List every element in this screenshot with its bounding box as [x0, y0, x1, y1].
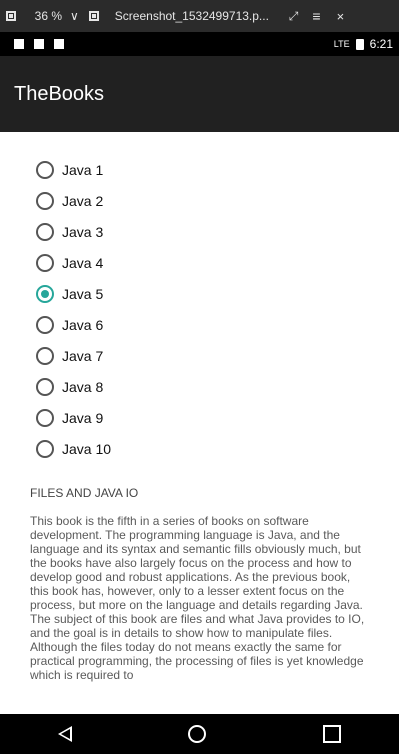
home-icon[interactable]	[188, 725, 207, 743]
signal-icon: LTE	[333, 39, 350, 49]
radio-option-java-9[interactable]: Java 9	[36, 402, 111, 433]
radio-button[interactable]	[36, 160, 54, 179]
book-description: This book is the fifth in a series of bo…	[30, 514, 365, 682]
radio-label: Java 7	[62, 347, 104, 364]
close-icon[interactable]: ×	[337, 9, 345, 24]
radio-button[interactable]	[36, 191, 54, 210]
app-title: TheBooks	[14, 82, 105, 105]
nfc-icon	[34, 39, 44, 49]
android-nav-bar	[0, 714, 399, 754]
radio-option-java-3[interactable]: Java 3	[36, 216, 111, 247]
radio-label: Java 8	[62, 378, 104, 395]
battery-icon	[355, 38, 364, 50]
radio-option-java-8[interactable]: Java 8	[36, 371, 111, 402]
android-status-bar: LTE 6:21	[0, 32, 399, 56]
radio-button[interactable]	[36, 346, 54, 365]
radio-button[interactable]	[36, 253, 54, 272]
menu-icon[interactable]: ≡	[312, 8, 320, 24]
radio-button[interactable]	[36, 315, 54, 334]
radio-option-java-6[interactable]: Java 6	[36, 309, 111, 340]
radio-label: Java 9	[62, 409, 104, 426]
radio-button[interactable]	[36, 408, 54, 427]
zoom-level[interactable]: 36 %	[26, 9, 62, 23]
java-radio-group: Java 1 Java 2 Java 3 Java 4 Java 5 Java …	[36, 154, 111, 464]
radio-label: Java 1	[62, 161, 104, 178]
radio-label: Java 3	[62, 223, 104, 240]
book-title: FILES AND JAVA IO	[30, 486, 139, 500]
radio-option-java-1[interactable]: Java 1	[36, 154, 111, 185]
file-name: Screenshot_1532499713.p...	[114, 9, 269, 23]
back-icon[interactable]	[58, 726, 73, 742]
recent-apps-icon[interactable]	[322, 725, 341, 743]
radio-option-java-10[interactable]: Java 10	[36, 433, 111, 464]
notification-icon	[14, 39, 24, 49]
radio-option-java-5[interactable]: Java 5	[36, 278, 111, 309]
radio-label: Java 5	[62, 285, 104, 302]
radio-button[interactable]	[36, 377, 54, 396]
radio-option-java-7[interactable]: Java 7	[36, 340, 111, 371]
main-content: Java 1 Java 2 Java 3 Java 4 Java 5 Java …	[0, 132, 399, 714]
radio-option-java-4[interactable]: Java 4	[36, 247, 111, 278]
radio-label: Java 2	[62, 192, 104, 209]
status-time: 6:21	[369, 37, 393, 51]
expand-icon[interactable]: ⤢	[289, 9, 299, 24]
radio-button[interactable]	[36, 439, 54, 458]
radio-label: Java 6	[62, 316, 104, 333]
app-notification-icon	[54, 39, 64, 49]
fit-window-icon[interactable]	[6, 0, 16, 32]
actual-size-icon[interactable]	[88, 0, 99, 32]
radio-button[interactable]	[36, 222, 54, 241]
radio-option-java-2[interactable]: Java 2	[36, 185, 111, 216]
radio-button-selected[interactable]	[36, 284, 54, 303]
app-toolbar: TheBooks	[0, 56, 399, 132]
chevron-down-icon[interactable]: ∨	[70, 9, 79, 23]
image-viewer-toolbar: 36 % ∨ Screenshot_1532499713.p... ⤢ ≡ ×	[0, 0, 399, 32]
radio-label: Java 10	[62, 440, 112, 457]
radio-label: Java 4	[62, 254, 104, 271]
